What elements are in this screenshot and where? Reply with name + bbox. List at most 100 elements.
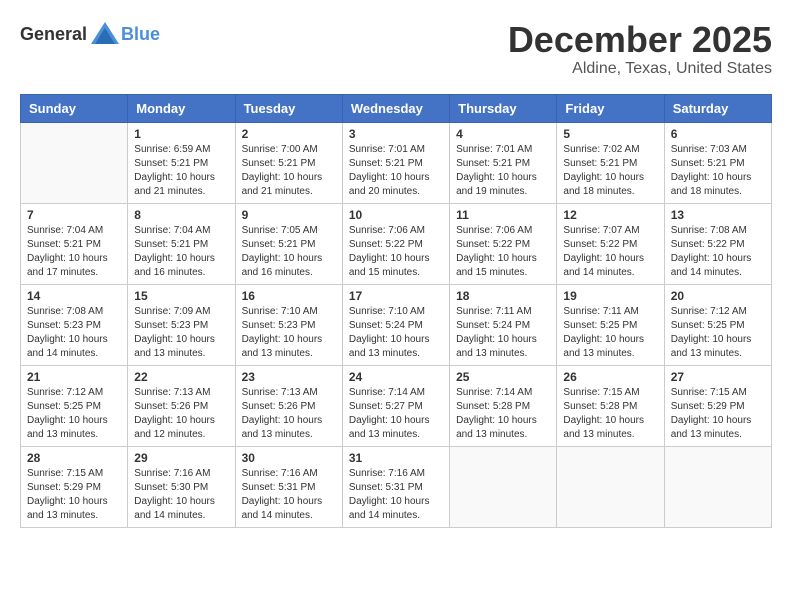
day-info: Sunrise: 7:10 AM Sunset: 5:24 PM Dayligh… [349, 305, 443, 361]
day-info: Sunrise: 7:06 AM Sunset: 5:22 PM Dayligh… [349, 224, 443, 280]
day-number: 31 [349, 451, 443, 465]
calendar-cell: 4Sunrise: 7:01 AM Sunset: 5:21 PM Daylig… [450, 122, 557, 203]
day-number: 26 [563, 370, 657, 384]
day-info: Sunrise: 7:14 AM Sunset: 5:27 PM Dayligh… [349, 386, 443, 442]
day-number: 12 [563, 208, 657, 222]
calendar-table: SundayMondayTuesdayWednesdayThursdayFrid… [20, 94, 772, 528]
calendar-cell: 11 Sunrise: 7:06 AM Sunset: 5:22 PM Dayli… [450, 203, 557, 284]
calendar-week-row: 14Sunrise: 7:08 AM Sunset: 5:23 PM Dayli… [21, 284, 772, 365]
calendar-cell: 14Sunrise: 7:08 AM Sunset: 5:23 PM Dayli… [21, 284, 128, 365]
day-info: Sunrise: 7:15 AM Sunset: 5:29 PM Dayligh… [671, 386, 765, 442]
calendar-cell: 9Sunrise: 7:05 AM Sunset: 5:21 PM Daylig… [235, 203, 342, 284]
calendar-cell: 20 Sunrise: 7:12 AM Sunset: 5:25 PM Dayli… [664, 284, 771, 365]
day-info: Sunrise: 7:11 AM Sunset: 5:25 PM Dayligh… [563, 305, 657, 361]
day-info: Sunrise: 7:12 AM Sunset: 5:25 PM Dayligh… [671, 305, 765, 361]
logo-text-blue: Blue [121, 24, 160, 45]
day-number: 2 [242, 127, 336, 141]
day-info: Sunrise: 7:00 AM Sunset: 5:21 PM Dayligh… [242, 143, 336, 199]
day-info: Sunrise: 7:13 AM Sunset: 5:26 PM Dayligh… [242, 386, 336, 442]
day-info: Sunrise: 7:07 AM Sunset: 5:22 PM Dayligh… [563, 224, 657, 280]
calendar-cell: 5 Sunrise: 7:02 AM Sunset: 5:21 PM Daylig… [557, 122, 664, 203]
calendar-cell: 26 Sunrise: 7:15 AM Sunset: 5:28 PM Dayli… [557, 365, 664, 446]
logo-text-general: General [20, 24, 87, 45]
calendar-cell [557, 446, 664, 527]
calendar-cell: 28Sunrise: 7:15 AM Sunset: 5:29 PM Dayli… [21, 446, 128, 527]
location-title: Aldine, Texas, United States [508, 60, 772, 78]
day-number: 14 [27, 289, 121, 303]
day-info: Sunrise: 7:10 AM Sunset: 5:23 PM Dayligh… [242, 305, 336, 361]
day-number: 11 [456, 208, 550, 222]
calendar-cell: 29Sunrise: 7:16 AM Sunset: 5:30 PM Dayli… [128, 446, 235, 527]
day-number: 8 [134, 208, 228, 222]
day-info: Sunrise: 7:04 AM Sunset: 5:21 PM Dayligh… [27, 224, 121, 280]
calendar-cell: 7 Sunrise: 7:04 AM Sunset: 5:21 PM Daylig… [21, 203, 128, 284]
day-number: 29 [134, 451, 228, 465]
calendar-header-row: SundayMondayTuesdayWednesdayThursdayFrid… [21, 94, 772, 122]
day-number: 20 [671, 289, 765, 303]
day-info: Sunrise: 7:01 AM Sunset: 5:21 PM Dayligh… [349, 143, 443, 199]
day-number: 15 [134, 289, 228, 303]
calendar-cell: 12 Sunrise: 7:07 AM Sunset: 5:22 PM Dayli… [557, 203, 664, 284]
calendar-cell: 15 Sunrise: 7:09 AM Sunset: 5:23 PM Dayli… [128, 284, 235, 365]
day-number: 18 [456, 289, 550, 303]
day-info: Sunrise: 7:14 AM Sunset: 5:28 PM Dayligh… [456, 386, 550, 442]
calendar-cell: 24 Sunrise: 7:14 AM Sunset: 5:27 PM Dayli… [342, 365, 449, 446]
calendar-cell: 25 Sunrise: 7:14 AM Sunset: 5:28 PM Dayli… [450, 365, 557, 446]
day-info: Sunrise: 7:02 AM Sunset: 5:21 PM Dayligh… [563, 143, 657, 199]
day-number: 5 [563, 127, 657, 141]
day-of-week-header: Monday [128, 94, 235, 122]
day-info: Sunrise: 7:04 AM Sunset: 5:21 PM Dayligh… [134, 224, 228, 280]
day-number: 23 [242, 370, 336, 384]
day-number: 6 [671, 127, 765, 141]
day-info: Sunrise: 7:01 AM Sunset: 5:21 PM Dayligh… [456, 143, 550, 199]
calendar-cell: 22 Sunrise: 7:13 AM Sunset: 5:26 PM Dayli… [128, 365, 235, 446]
calendar-cell: 16 Sunrise: 7:10 AM Sunset: 5:23 PM Dayli… [235, 284, 342, 365]
day-of-week-header: Friday [557, 94, 664, 122]
calendar-cell: 23 Sunrise: 7:13 AM Sunset: 5:26 PM Dayli… [235, 365, 342, 446]
calendar-cell: 18Sunrise: 7:11 AM Sunset: 5:24 PM Dayli… [450, 284, 557, 365]
day-number: 16 [242, 289, 336, 303]
calendar-week-row: 1Sunrise: 6:59 AM Sunset: 5:21 PM Daylig… [21, 122, 772, 203]
day-of-week-header: Saturday [664, 94, 771, 122]
calendar-cell: 1Sunrise: 6:59 AM Sunset: 5:21 PM Daylig… [128, 122, 235, 203]
calendar-cell [664, 446, 771, 527]
day-number: 25 [456, 370, 550, 384]
calendar-cell: 17Sunrise: 7:10 AM Sunset: 5:24 PM Dayli… [342, 284, 449, 365]
day-of-week-header: Tuesday [235, 94, 342, 122]
calendar-cell: 3 Sunrise: 7:01 AM Sunset: 5:21 PM Daylig… [342, 122, 449, 203]
day-number: 9 [242, 208, 336, 222]
calendar-cell: 19Sunrise: 7:11 AM Sunset: 5:25 PM Dayli… [557, 284, 664, 365]
calendar-cell: 30Sunrise: 7:16 AM Sunset: 5:31 PM Dayli… [235, 446, 342, 527]
calendar-cell: 6 Sunrise: 7:03 AM Sunset: 5:21 PM Daylig… [664, 122, 771, 203]
day-number: 22 [134, 370, 228, 384]
day-info: Sunrise: 7:08 AM Sunset: 5:22 PM Dayligh… [671, 224, 765, 280]
calendar-week-row: 21Sunrise: 7:12 AM Sunset: 5:25 PM Dayli… [21, 365, 772, 446]
day-info: Sunrise: 7:06 AM Sunset: 5:22 PM Dayligh… [456, 224, 550, 280]
logo-icon [89, 20, 121, 48]
day-number: 3 [349, 127, 443, 141]
day-number: 10 [349, 208, 443, 222]
calendar-cell [450, 446, 557, 527]
day-number: 24 [349, 370, 443, 384]
calendar-cell: 27Sunrise: 7:15 AM Sunset: 5:29 PM Dayli… [664, 365, 771, 446]
calendar-cell: 8 Sunrise: 7:04 AM Sunset: 5:21 PM Daylig… [128, 203, 235, 284]
day-of-week-header: Thursday [450, 94, 557, 122]
day-info: Sunrise: 7:09 AM Sunset: 5:23 PM Dayligh… [134, 305, 228, 361]
day-info: Sunrise: 7:15 AM Sunset: 5:29 PM Dayligh… [27, 467, 121, 523]
calendar-cell: 2 Sunrise: 7:00 AM Sunset: 5:21 PM Daylig… [235, 122, 342, 203]
day-info: Sunrise: 7:03 AM Sunset: 5:21 PM Dayligh… [671, 143, 765, 199]
day-number: 7 [27, 208, 121, 222]
day-info: Sunrise: 7:15 AM Sunset: 5:28 PM Dayligh… [563, 386, 657, 442]
day-number: 21 [27, 370, 121, 384]
calendar-cell: 10 Sunrise: 7:06 AM Sunset: 5:22 PM Dayli… [342, 203, 449, 284]
calendar-cell: 21Sunrise: 7:12 AM Sunset: 5:25 PM Dayli… [21, 365, 128, 446]
calendar-cell: 13Sunrise: 7:08 AM Sunset: 5:22 PM Dayli… [664, 203, 771, 284]
day-number: 30 [242, 451, 336, 465]
calendar-week-row: 28Sunrise: 7:15 AM Sunset: 5:29 PM Dayli… [21, 446, 772, 527]
day-number: 1 [134, 127, 228, 141]
day-of-week-header: Wednesday [342, 94, 449, 122]
day-info: Sunrise: 7:16 AM Sunset: 5:31 PM Dayligh… [349, 467, 443, 523]
month-title: December 2025 [508, 20, 772, 60]
day-info: Sunrise: 7:13 AM Sunset: 5:26 PM Dayligh… [134, 386, 228, 442]
calendar-cell: 31 Sunrise: 7:16 AM Sunset: 5:31 PM Dayli… [342, 446, 449, 527]
